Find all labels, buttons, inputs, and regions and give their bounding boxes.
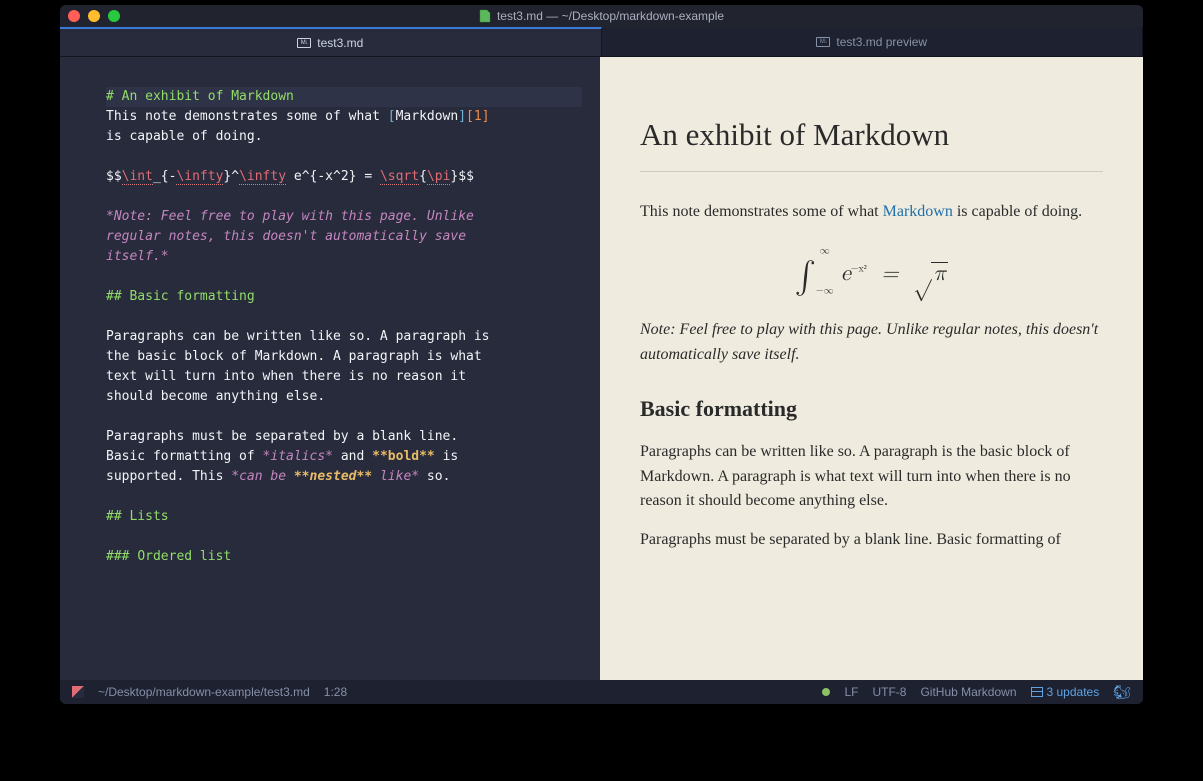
editor-math-line: $$\int_{-\infty}^\infty e^{-x^2} = \sqrt… [106,167,582,187]
tab-bar: M↓ test3.md M↓ test3.md preview [60,27,1143,57]
markdown-file-icon [479,9,491,23]
tab-editor-label: test3.md [317,36,363,50]
markdown-link[interactable]: Markdown [883,203,953,220]
preview-h2: Basic formatting [640,396,1103,422]
editor-line: is capable of doing. [106,127,582,147]
editor-window: test3.md — ~/Desktop/markdown-example M↓… [60,5,1143,704]
status-encoding[interactable]: UTF-8 [872,685,906,699]
titlebar[interactable]: test3.md — ~/Desktop/markdown-example [60,5,1143,27]
preview-h1: An exhibit of Markdown [640,117,1103,153]
traffic-lights [68,10,120,22]
status-grammar[interactable]: GitHub Markdown [920,685,1016,699]
window-title-text: test3.md — ~/Desktop/markdown-example [497,9,724,23]
editor-note-line: itself.* [106,247,582,267]
editor-line: Paragraphs must be separated by a blank … [106,427,582,447]
editor-line: should become anything else. [106,387,582,407]
maximize-icon[interactable] [108,10,120,22]
editor-line: text will turn into when there is no rea… [106,367,582,387]
markdown-icon: M↓ [816,37,830,47]
window-title: test3.md — ~/Desktop/markdown-example [60,9,1143,23]
status-line-ending[interactable]: LF [844,685,858,699]
editor-line: Paragraphs can be written like so. A par… [106,327,582,347]
status-bar: ~/Desktop/markdown-example/test3.md 1:28… [60,680,1143,704]
updates-badge[interactable]: 3 updates [1031,685,1100,699]
status-filepath[interactable]: ~/Desktop/markdown-example/test3.md [98,685,310,699]
git-clean-icon[interactable] [822,688,830,696]
squirrel-icon[interactable]: 🐿 [1113,684,1131,701]
preview-paragraph: Paragraphs can be written like so. A par… [640,440,1103,514]
editor-line: supported. This *can be **nested** like*… [106,467,582,487]
editor-h3: ### Ordered list [106,547,582,567]
markdown-icon: M↓ [297,38,311,48]
tab-preview[interactable]: M↓ test3.md preview [602,27,1144,56]
divider [640,171,1103,172]
preview-paragraph: This note demonstrates some of what Mark… [640,200,1103,225]
status-cursor[interactable]: 1:28 [324,685,347,699]
preview-math: ∫∞−∞ e−x² = √π [640,243,1103,296]
editor-line: Basic formatting of *italics* and **bold… [106,447,582,467]
editor-line: the basic block of Markdown. A paragraph… [106,347,582,367]
editor-h2: ## Basic formatting [106,287,582,307]
editor-h1: # An exhibit of Markdown [106,89,294,104]
split-panes: # An exhibit of Markdown This note demon… [60,57,1143,680]
source-editor[interactable]: # An exhibit of Markdown This note demon… [60,57,600,680]
preview-paragraph: Paragraphs must be separated by a blank … [640,528,1103,553]
markdown-preview[interactable]: An exhibit of Markdown This note demonst… [600,57,1143,680]
preview-note: Note: Feel free to play with this page. … [640,318,1103,368]
editor-h2: ## Lists [106,507,582,527]
editor-line: This note demonstrates some of what [Mar… [106,107,582,127]
minimize-icon[interactable] [88,10,100,22]
package-icon [1031,687,1043,697]
tab-preview-label: test3.md preview [836,35,927,49]
project-icon[interactable] [72,686,84,698]
editor-note-line: regular notes, this doesn't automaticall… [106,227,582,247]
close-icon[interactable] [68,10,80,22]
tab-editor[interactable]: M↓ test3.md [60,27,602,56]
editor-note-line: *Note: Feel free to play with this page.… [106,207,582,227]
